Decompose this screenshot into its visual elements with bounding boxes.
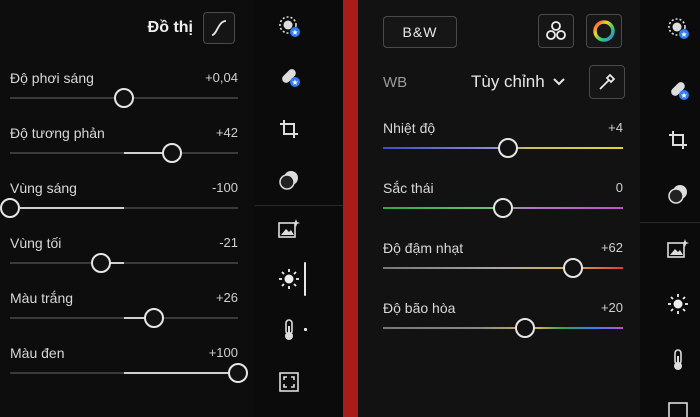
slider-label: Vùng sáng [10, 180, 77, 196]
slider-thumb[interactable] [161, 143, 182, 163]
slider-value[interactable]: +20 [601, 300, 623, 315]
image-divider [343, 0, 358, 417]
slider-track[interactable] [10, 88, 238, 108]
slider-value[interactable]: 0 [616, 180, 623, 195]
color-slider-row: Độ bão hòa +20 [383, 300, 623, 348]
color-slider-row: Nhiệt độ +4 [383, 120, 623, 168]
color-slider-row: Sắc thái 0 [383, 180, 623, 228]
svg-text:★: ★ [291, 28, 298, 37]
color-temperature-icon[interactable] [277, 318, 301, 342]
slider-row: Vùng tối -21 [10, 235, 238, 283]
rail-divider [255, 205, 343, 206]
slider-value[interactable]: +0,04 [205, 70, 238, 85]
slider-value[interactable]: +42 [216, 125, 238, 140]
slider-track[interactable] [383, 138, 623, 158]
slider-thumb[interactable] [143, 308, 164, 328]
left-tool-rail: ★ ★ [255, 0, 343, 417]
slider-label: Độ bão hòa [383, 300, 456, 316]
slider-label: Màu đen [10, 345, 65, 361]
slider-track[interactable] [10, 308, 238, 328]
bw-button[interactable]: B&W [383, 16, 457, 48]
slider-value[interactable]: +26 [216, 290, 238, 305]
slider-label: Độ phơi sáng [10, 70, 94, 86]
slider-value[interactable]: -100 [212, 180, 238, 195]
slider-label: Sắc thái [383, 180, 434, 196]
wb-label: WB [383, 74, 408, 91]
slider-row: Vùng sáng -100 [0, 180, 238, 228]
rail-divider [640, 222, 700, 223]
slider-label: Nhiệt độ [383, 120, 436, 136]
svg-text:★: ★ [291, 78, 298, 87]
slider-thumb[interactable] [497, 138, 518, 158]
slider-track[interactable] [383, 318, 623, 338]
crop-icon[interactable] [277, 117, 301, 141]
chevron-down-icon [552, 78, 565, 86]
color-grading-button[interactable] [586, 14, 622, 48]
color-temperature-icon[interactable] [666, 348, 690, 372]
presets-icon[interactable] [666, 182, 690, 206]
scroll-dot [304, 328, 307, 331]
slider-value[interactable]: +62 [601, 240, 623, 255]
masking-icon[interactable]: ★ [666, 16, 690, 40]
light-icon[interactable] [277, 267, 301, 291]
svg-text:★: ★ [680, 30, 687, 39]
crop-icon[interactable] [666, 128, 690, 152]
right-tool-rail: ★ ★ [640, 0, 700, 417]
slider-value[interactable]: -21 [219, 235, 238, 250]
frame-icon[interactable] [666, 400, 690, 417]
slider-thumb[interactable] [114, 88, 134, 108]
color-slider-row: Độ đậm nhạt +62 [383, 240, 623, 288]
slider-label: Độ tương phản [10, 125, 105, 141]
wb-value: Tùy chỉnh [471, 72, 545, 91]
eyedropper-button[interactable] [589, 65, 625, 99]
slider-fill [10, 207, 124, 209]
slider-track[interactable] [10, 253, 238, 273]
frame-icon[interactable] [277, 370, 301, 394]
slider-thumb[interactable] [562, 258, 583, 278]
light-panel: Đồ thị Độ phơi sáng +0,04 Độ tương phản +42… [0, 0, 255, 417]
healing-icon[interactable]: ★ [666, 77, 690, 101]
light-icon[interactable] [666, 292, 690, 316]
slider-label: Vùng tối [10, 235, 62, 251]
slider-track[interactable] [10, 143, 238, 163]
slider-label: Màu trắng [10, 290, 74, 306]
presets-icon[interactable] [277, 168, 301, 192]
edit-image-icon[interactable] [666, 237, 690, 261]
slider-thumb[interactable] [91, 253, 112, 273]
slider-fill [124, 372, 238, 374]
edit-image-icon[interactable] [277, 217, 301, 241]
slider-label: Độ đậm nhạt [383, 240, 464, 256]
slider-thumb[interactable] [228, 363, 248, 383]
slider-thumb[interactable] [0, 198, 20, 218]
curve-button[interactable] [203, 12, 235, 44]
color-mixer-button[interactable] [538, 14, 574, 48]
slider-track[interactable] [10, 363, 248, 383]
slider-value[interactable]: +4 [608, 120, 623, 135]
curve-header: Đồ thị [148, 12, 235, 44]
slider-track[interactable] [383, 258, 623, 278]
slider-row: Màu đen +100 [10, 345, 248, 393]
svg-text:★: ★ [680, 91, 687, 100]
masking-icon[interactable]: ★ [277, 14, 301, 38]
healing-icon[interactable]: ★ [277, 64, 301, 88]
slider-thumb[interactable] [493, 198, 513, 218]
eyedropper-icon [599, 73, 616, 90]
wb-dropdown[interactable]: Tùy chỉnh [471, 72, 565, 92]
color-mixer-icon [546, 21, 566, 40]
slider-value[interactable]: +100 [209, 345, 238, 360]
slider-row: Độ phơi sáng +0,04 [10, 70, 238, 118]
slider-thumb[interactable] [514, 318, 535, 338]
slider-track[interactable] [383, 198, 623, 218]
color-panel: B&W WB Tùy chỉnh Nhiệt độ +4 Sắc thái 0 Độ đ… [358, 0, 640, 417]
active-indicator [304, 262, 306, 296]
slider-row: Màu trắng +26 [10, 290, 238, 338]
color-wheel-icon [593, 20, 615, 42]
slider-track[interactable] [0, 198, 238, 218]
curve-icon [211, 20, 227, 36]
slider-row: Độ tương phản +42 [10, 125, 238, 173]
curve-title: Đồ thị [147, 19, 193, 36]
